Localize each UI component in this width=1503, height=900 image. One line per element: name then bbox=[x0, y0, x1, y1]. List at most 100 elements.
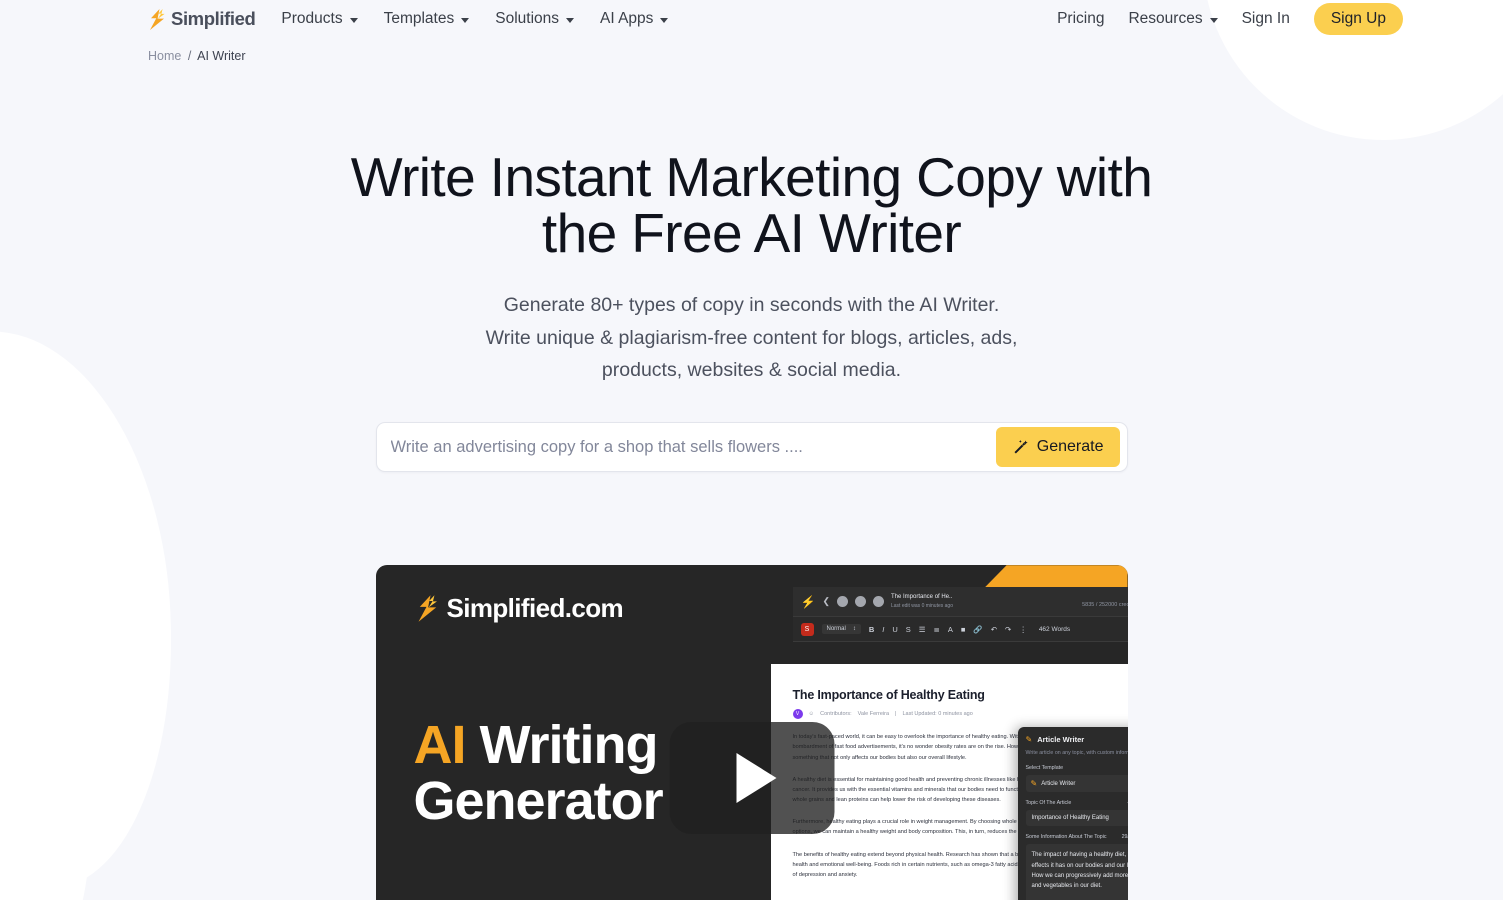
breadcrumb-home-link[interactable]: Home bbox=[148, 49, 181, 63]
hero-subtitle-line-3: products, websites & social media. bbox=[601, 358, 902, 381]
article-writer-title: Article Writer bbox=[1037, 735, 1085, 745]
page-root: Simplified Products Templates Solutions … bbox=[0, 0, 1503, 900]
editor-doc-tab-sub: Last edit was 0 minutes ago bbox=[891, 602, 953, 609]
article-writer-panel: ✎ Article Writer ▲ Write article on any … bbox=[1017, 727, 1128, 900]
avatar: V bbox=[792, 709, 803, 720]
nav-primary-links: Products Templates Solutions AI Apps bbox=[281, 10, 669, 28]
video-headline-highlight: AI bbox=[413, 715, 467, 776]
generate-button-label: Generate bbox=[1036, 438, 1104, 456]
pencil-icon: ✎ bbox=[1025, 735, 1033, 745]
info-word-count: 29/240 Words bbox=[1121, 834, 1128, 841]
undo-icon[interactable]: ↶ bbox=[991, 625, 997, 634]
list-icon[interactable]: ≣ bbox=[934, 625, 940, 634]
contributor-name: Vale Ferreira bbox=[857, 711, 890, 718]
breadcrumb: Home / AI Writer bbox=[0, 38, 1503, 63]
history-icon[interactable] bbox=[837, 596, 848, 608]
editor-credits-suffix: credits used bbox=[1118, 601, 1128, 608]
settings-gear-icon[interactable] bbox=[873, 596, 884, 608]
underline-icon[interactable]: U bbox=[892, 625, 897, 634]
chevron-updown-icon: ↕ bbox=[852, 626, 856, 633]
generate-button[interactable]: Generate bbox=[995, 427, 1120, 468]
info-textarea[interactable]: The impact of having a healthy diet, the… bbox=[1025, 844, 1128, 900]
strikethrough-icon[interactable]: S bbox=[906, 625, 911, 634]
prompt-input[interactable] bbox=[376, 437, 996, 457]
nav-item-pricing-label: Pricing bbox=[1057, 10, 1105, 27]
editor-logo-icon: ⚡ bbox=[800, 594, 816, 609]
prompt-input-bar: Generate bbox=[375, 422, 1128, 473]
brand-logo[interactable]: Simplified bbox=[148, 8, 256, 30]
sign-up-button[interactable]: Sign Up bbox=[1313, 3, 1403, 35]
more-icon[interactable]: ⋮ bbox=[1019, 625, 1027, 634]
article-writer-header[interactable]: ✎ Article Writer ▲ bbox=[1026, 735, 1128, 744]
hero-subtitle-line-2: Write unique & plagiarism-free content f… bbox=[485, 326, 1018, 349]
editor-word-count: 462 Words bbox=[1038, 625, 1071, 633]
nav-item-pricing[interactable]: Pricing bbox=[1057, 10, 1104, 28]
breadcrumb-current: AI Writer bbox=[197, 49, 246, 63]
nav-item-resources[interactable]: Resources bbox=[1128, 10, 1218, 28]
info-field-label-text: Some Information About The Topic bbox=[1025, 834, 1107, 841]
contributors-icon: ☺ bbox=[808, 711, 815, 718]
breadcrumb-separator: / bbox=[187, 49, 192, 63]
pencil-icon: ✎ bbox=[1030, 779, 1038, 789]
decorative-shape-left-lower bbox=[0, 600, 90, 900]
top-navigation-bar: Simplified Products Templates Solutions … bbox=[0, 0, 1503, 38]
nav-item-sign-in[interactable]: Sign In bbox=[1242, 10, 1290, 28]
back-chevron-icon[interactable]: ❮ bbox=[822, 596, 830, 607]
editor-doc-tab-title: The Importance of He.. bbox=[891, 594, 953, 601]
brand-name: Simplified bbox=[171, 8, 256, 29]
chevron-down-icon bbox=[461, 17, 470, 23]
page-title-line-1: Write Instant Marketing Copy with bbox=[350, 146, 1153, 208]
nav-item-solutions-label: Solutions bbox=[495, 10, 559, 27]
hero-subtitle: Generate 80+ types of copy in seconds wi… bbox=[442, 289, 1062, 386]
simplified-bolt-logo-icon bbox=[418, 595, 437, 623]
video-thumbnail-card[interactable]: Simplified.com AI Writing Generator ⚡ ❮ … bbox=[375, 565, 1128, 900]
nav-item-templates[interactable]: Templates bbox=[384, 10, 470, 28]
nav-item-sign-in-label: Sign In bbox=[1241, 10, 1290, 27]
topic-field-label: Topic Of The Article 4/20 Words bbox=[1026, 800, 1128, 806]
align-icon[interactable]: ☰ bbox=[919, 625, 926, 634]
chevron-down-icon bbox=[349, 17, 358, 23]
editor-mock: ⚡ ❮ The Importance of He.. Last edit was… bbox=[770, 587, 1128, 900]
editor-document-title: The Importance of Healthy Eating bbox=[792, 688, 985, 703]
text-color-icon[interactable]: A bbox=[948, 625, 953, 634]
editor-credits-text: 5835 / 252000 credits used bbox=[1082, 602, 1127, 608]
magic-wand-icon bbox=[1014, 439, 1028, 454]
editor-style-select[interactable]: Normal ↕ bbox=[821, 624, 861, 635]
play-button[interactable] bbox=[669, 721, 834, 834]
video-brand: Simplified.com bbox=[416, 593, 624, 624]
article-writer-description: Write article on any topic, with custom … bbox=[1025, 750, 1128, 757]
video-headline-rest: Writing bbox=[465, 715, 659, 776]
nav-item-resources-label: Resources bbox=[1128, 10, 1203, 27]
editor-brand-badge-icon: S bbox=[800, 622, 814, 636]
italic-icon[interactable]: I bbox=[882, 625, 884, 634]
select-template-label-text: Select Template bbox=[1025, 765, 1064, 772]
editor-doc-title: The Importance of He.. Last edit was 0 m… bbox=[891, 593, 953, 610]
chevron-down-icon bbox=[660, 17, 669, 23]
copy-icon[interactable] bbox=[855, 596, 866, 608]
nav-item-solutions[interactable]: Solutions bbox=[495, 10, 574, 28]
info-field-label: Some Information About The Topic 29/240 … bbox=[1026, 834, 1128, 840]
chevron-down-icon bbox=[1209, 17, 1218, 23]
video-headline: AI Writing Generator bbox=[413, 715, 664, 829]
nav-item-ai-apps[interactable]: AI Apps bbox=[600, 10, 669, 28]
bold-icon[interactable]: B bbox=[869, 625, 874, 634]
highlight-icon[interactable]: ■ bbox=[961, 625, 966, 634]
editor-credits: 5835 / 252000 credits used bbox=[1082, 593, 1127, 611]
redo-icon[interactable]: ↷ bbox=[1005, 625, 1011, 634]
meta-divider: | bbox=[895, 711, 897, 718]
nav-item-products-label: Products bbox=[281, 10, 343, 27]
template-select[interactable]: ✎ Article Writer ▼ bbox=[1025, 775, 1128, 793]
editor-format-toolbar: S Normal ↕ B I U S ☰ ≣ A ■ 🔗 ↶ ↷ ⋮ 462 W… bbox=[792, 617, 1128, 643]
simplified-bolt-logo-icon bbox=[150, 8, 165, 30]
topic-input[interactable]: Importance of Healthy Eating bbox=[1025, 810, 1128, 827]
chevron-down-icon bbox=[566, 17, 574, 23]
decorative-shape-left bbox=[0, 320, 190, 900]
hero-section: Write Instant Marketing Copy with the Fr… bbox=[0, 149, 1503, 386]
hero-subtitle-line-1: Generate 80+ types of copy in seconds wi… bbox=[503, 294, 1000, 317]
editor-document-meta: V ☺ Contributors: Vale Ferreira | Last U… bbox=[792, 709, 1128, 720]
nav-item-products[interactable]: Products bbox=[281, 10, 358, 28]
link-icon[interactable]: 🔗 bbox=[973, 625, 982, 634]
video-brand-text: Simplified.com bbox=[446, 593, 624, 624]
play-triangle-icon bbox=[736, 752, 777, 803]
last-updated-text: Last Updated: 0 minutes ago bbox=[902, 711, 973, 718]
